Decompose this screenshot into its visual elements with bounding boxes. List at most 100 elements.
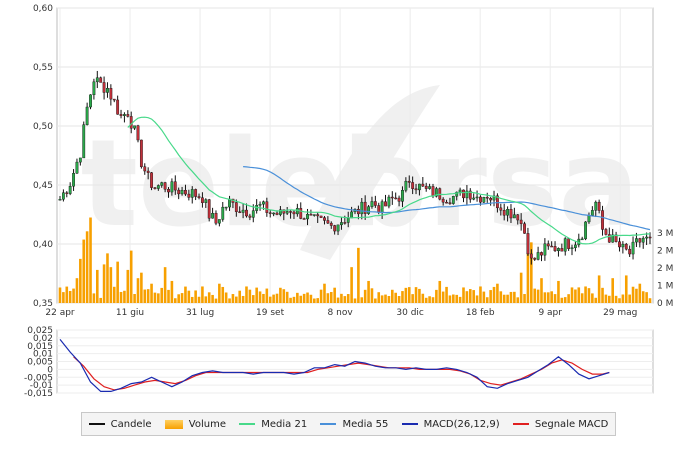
volume-bar (618, 298, 621, 303)
candle-body (133, 125, 136, 129)
candle-body (597, 201, 601, 211)
candle-body (109, 88, 113, 100)
candle-body (214, 212, 218, 224)
legend-label-volume: Volume (188, 418, 226, 430)
volume-bar (306, 292, 309, 303)
candle-body (424, 185, 428, 189)
volume-bar (357, 247, 360, 303)
candle-body (567, 238, 571, 249)
candle-body (61, 192, 65, 200)
volume-bar (563, 297, 567, 303)
volume-tick-label: 2 M (657, 264, 673, 274)
volume-bar (502, 294, 506, 303)
volume-bar (268, 296, 272, 303)
candle-body (407, 180, 411, 183)
volume-bar (452, 294, 455, 303)
x-tick-label: 18 feb (466, 308, 495, 318)
candle-body (309, 214, 313, 216)
volume-bar (431, 297, 435, 303)
volume-bar (462, 287, 465, 303)
volume-bar (173, 298, 177, 303)
candle-body (340, 222, 343, 226)
candle-body (68, 186, 72, 194)
candle-body (506, 209, 509, 216)
candle-body (292, 211, 296, 215)
candle-body (99, 77, 103, 83)
volume-bar (79, 258, 82, 303)
volume-bar (72, 288, 75, 303)
candle-body (177, 189, 181, 195)
volume-bar (482, 291, 486, 303)
volume-bar (597, 275, 601, 303)
candle-body (590, 210, 594, 216)
legend-swatch-segnale-macd (512, 423, 529, 425)
candle-body (373, 201, 377, 206)
candle-body (123, 114, 126, 116)
candle-body (519, 219, 523, 224)
candle-body (580, 238, 584, 241)
volume-bar (614, 295, 618, 303)
legend-item-media-55[interactable]: Media 55 (320, 419, 388, 430)
candle-body (648, 236, 652, 239)
volume-bar (540, 278, 543, 303)
candle-body (563, 238, 567, 252)
volume-bar (390, 289, 394, 303)
volume-tick-label: 1 M (657, 282, 673, 292)
candle-body (384, 201, 387, 207)
volume-bar (601, 287, 604, 303)
volume-bar (211, 294, 214, 303)
volume-bar (448, 295, 452, 303)
volume-bar (380, 295, 384, 303)
volume-bar (343, 296, 347, 303)
legend-item-media-21[interactable]: Media 21 (239, 419, 307, 430)
volume-bar (407, 287, 411, 303)
legend-swatch-macd (401, 423, 418, 425)
candle-body (336, 224, 340, 232)
volume-bar (608, 295, 611, 303)
volume-bar (414, 287, 418, 303)
volume-bar (543, 292, 547, 303)
candle-body (326, 220, 330, 224)
candle-body (475, 196, 479, 199)
x-tick-label: 30 dic (396, 308, 424, 318)
volume-bar (628, 294, 631, 303)
volume-bar (140, 272, 143, 303)
candle-body (126, 114, 130, 117)
candle-body (150, 172, 153, 188)
legend-swatch-candele (88, 423, 105, 425)
candle-body (557, 248, 560, 252)
candle-body (540, 252, 543, 256)
candle-body (387, 196, 391, 207)
candle-body (265, 201, 269, 213)
volume-bar (401, 291, 404, 303)
volume-bar (648, 298, 652, 303)
volume-bar (282, 289, 286, 303)
volume-bar (112, 286, 116, 303)
candle-body (360, 201, 364, 215)
x-tick-label: 11 giu (116, 308, 144, 318)
volume-bar (85, 231, 89, 303)
legend-item-macd[interactable]: MACD(26,12,9) (401, 419, 500, 430)
volume-bar (129, 250, 133, 303)
legend-label-media-55: Media 55 (342, 418, 389, 430)
stock-chart-canvas: telebrsa 0,350,400,450,500,550,60 22 apr… (24, 4, 673, 399)
legend-label-media-21: Media 21 (261, 418, 308, 430)
candle-body (390, 196, 394, 199)
legend-item-candele[interactable]: Candele (88, 419, 152, 430)
candle-body (190, 189, 194, 198)
candle-body (295, 208, 299, 215)
candle-body (58, 199, 62, 201)
volume-bar (428, 296, 431, 303)
volume-bar (594, 297, 598, 303)
volume-bar (258, 291, 262, 303)
candle-body (167, 189, 170, 193)
price-y-tick-label: 0,40 (33, 240, 53, 250)
candle-body (241, 209, 245, 213)
candle-body (618, 241, 621, 248)
legend-item-volume[interactable]: Volume (164, 418, 226, 430)
legend-item-segnale-macd[interactable]: Segnale MACD (512, 419, 608, 430)
volume-bar (92, 293, 96, 303)
candle-body (285, 211, 289, 214)
candle-body (258, 203, 262, 206)
volume-bar (319, 289, 323, 303)
